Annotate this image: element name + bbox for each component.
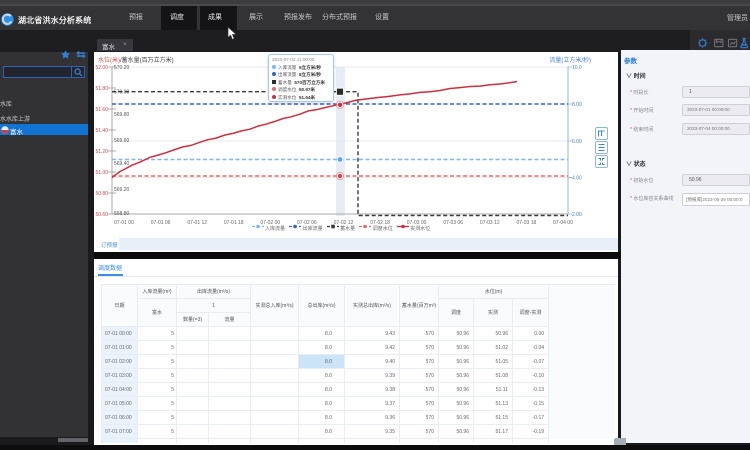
svg-text:水位(米)/蓄水量(百万立方米): 水位(米)/蓄水量(百万立方米) (98, 56, 174, 64)
svg-text:52.00: 52.00 (95, 65, 108, 71)
svg-text:570.20: 570.20 (114, 65, 130, 71)
svg-text:流量(立方米/秒): 流量(立方米/秒) (549, 56, 591, 64)
svg-text:51.20: 51.20 (95, 149, 108, 155)
svg-text:569.20: 569.20 (114, 187, 130, 193)
svg-text:50.80: 50.80 (95, 191, 108, 197)
svg-text:569.80: 569.80 (114, 112, 130, 118)
svg-text:50.60: 50.60 (95, 212, 108, 218)
svg-text:51.40: 51.40 (95, 128, 108, 134)
svg-text:568.80: 568.80 (114, 211, 130, 217)
svg-text:51.00: 51.00 (95, 170, 108, 176)
svg-text:569.40: 569.40 (114, 161, 130, 167)
svg-text:51.60: 51.60 (95, 107, 108, 113)
svg-text:4.00: 4.00 (572, 176, 582, 182)
svg-text:569.60: 569.60 (114, 138, 130, 144)
svg-text:8.00: 8.00 (572, 102, 582, 108)
svg-text:10.0: 10.0 (572, 65, 582, 71)
svg-text:2.00: 2.00 (572, 212, 582, 218)
svg-text:570.00: 570.00 (114, 90, 130, 96)
svg-text:6.00: 6.00 (572, 139, 582, 145)
svg-text:51.80: 51.80 (95, 86, 108, 92)
